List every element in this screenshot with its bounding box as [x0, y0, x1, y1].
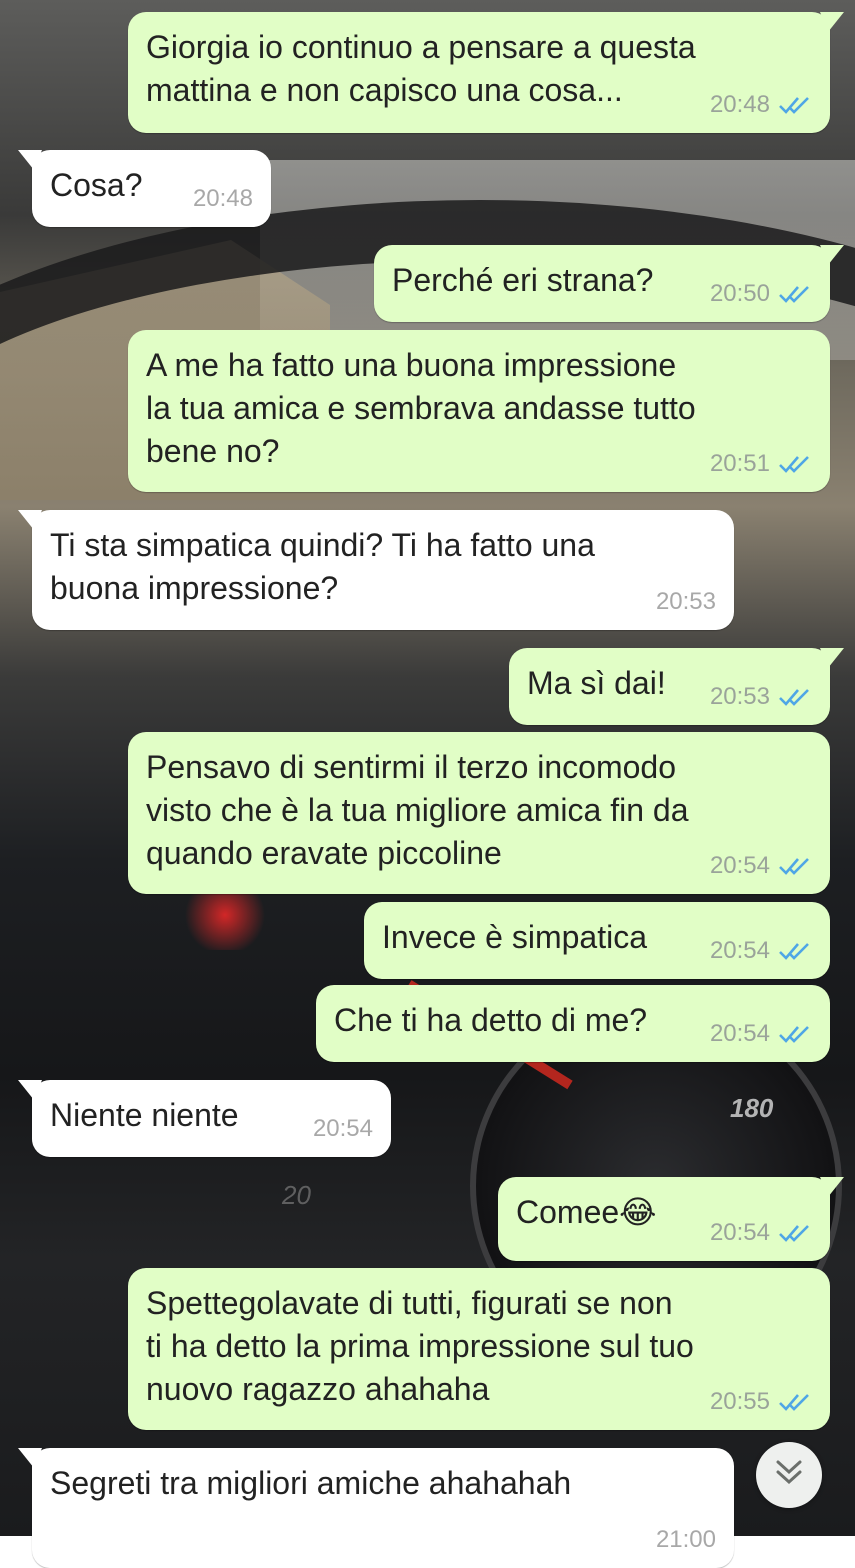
message-time: 20:55 [709, 1388, 770, 1415]
bubble-tail [820, 648, 844, 668]
message-bubble-outgoing[interactable]: Invece è simpatica 20:54 [364, 902, 830, 979]
double-check-icon [778, 95, 812, 115]
double-check-icon [778, 941, 812, 961]
message-text: Segreti tra migliori amiche ahahahah [50, 1465, 572, 1501]
wallpaper-speedometer-label-low: 20 [282, 1180, 311, 1210]
message-bubble-outgoing[interactable]: Pensavo di sentirmi il terzo incomodo vi… [128, 732, 830, 894]
double-check-icon [778, 687, 812, 707]
bubble-tail [18, 510, 42, 530]
message-time: 20:48 [192, 185, 253, 212]
bubble-tail [820, 245, 844, 265]
message-time: 20:54 [312, 1115, 373, 1142]
message-time: 20:54 [709, 852, 770, 879]
message-time: 20:53 [709, 683, 770, 710]
message-bubble-outgoing[interactable]: A me ha fatto una buona impressione la t… [128, 330, 830, 492]
double-check-icon [778, 284, 812, 304]
wallpaper-speedometer-label: 180 [730, 1093, 774, 1123]
double-check-icon [778, 1024, 812, 1044]
bubble-tail [18, 150, 42, 170]
double-check-icon [778, 1223, 812, 1243]
bubble-tail [820, 1177, 844, 1197]
message-time: 20:50 [709, 280, 770, 307]
bubble-tail [820, 12, 844, 32]
message-bubble-incoming[interactable]: Segreti tra migliori amiche ahahahah 21:… [18, 1448, 734, 1568]
message-time: 21:00 [655, 1526, 716, 1553]
message-time: 20:54 [709, 937, 770, 964]
bubble-tail [18, 1448, 42, 1468]
message-text: Ti sta simpatica quindi? Ti ha fatto una… [50, 527, 595, 606]
message-bubble-incoming[interactable]: Niente niente 20:54 [18, 1080, 391, 1157]
message-time: 20:51 [709, 450, 770, 477]
message-time: 20:48 [709, 91, 770, 118]
message-time: 20:54 [709, 1020, 770, 1047]
message-bubble-outgoing[interactable]: Giorgia io continuo a pensare a questa m… [128, 12, 844, 133]
message-bubble-incoming[interactable]: Cosa? 20:48 [18, 150, 271, 227]
double-check-icon [778, 454, 812, 474]
message-bubble-outgoing[interactable]: Perché eri strana? 20:50 [374, 245, 844, 322]
scroll-to-bottom-button[interactable] [756, 1442, 822, 1508]
message-bubble-outgoing[interactable]: Che ti ha detto di me? 20:54 [316, 985, 830, 1062]
message-time: 20:53 [655, 588, 716, 615]
bubble-tail [18, 1080, 42, 1100]
double-check-icon [778, 856, 812, 876]
message-bubble-outgoing[interactable]: Ma sì dai! 20:53 [509, 648, 844, 725]
message-time: 20:54 [709, 1219, 770, 1246]
message-bubble-incoming[interactable]: Ti sta simpatica quindi? Ti ha fatto una… [18, 510, 734, 630]
double-check-icon [778, 1392, 812, 1412]
message-bubble-outgoing[interactable]: Spettegolavate di tutti, figurati se non… [128, 1268, 830, 1430]
message-bubble-outgoing[interactable]: Comee😂 20:54 [498, 1177, 844, 1261]
chevron-double-down-icon [772, 1458, 806, 1493]
